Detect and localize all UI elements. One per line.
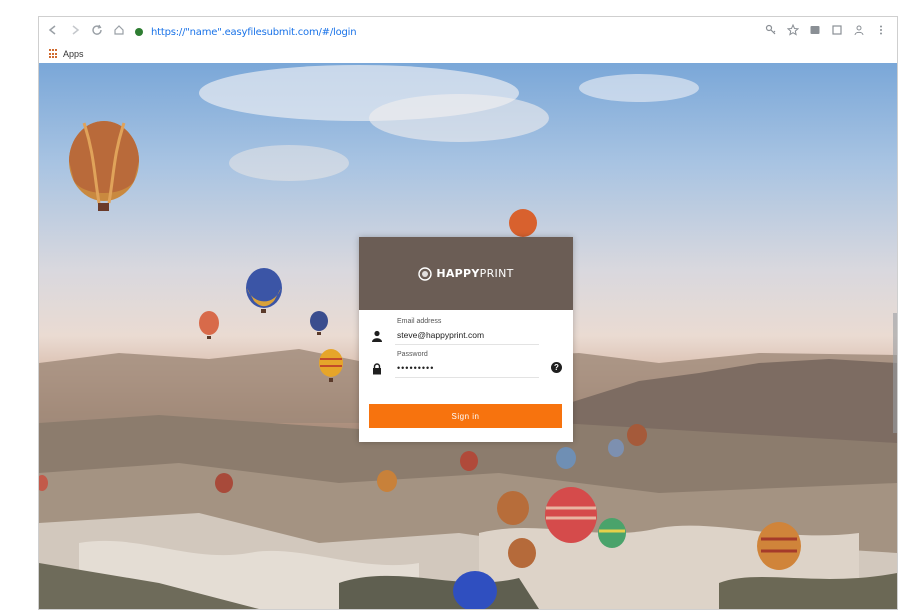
address-bar[interactable]: https://"name".easyfilesubmit.com/#/logi… [151, 27, 357, 38]
profile-icon[interactable] [853, 24, 865, 36]
email-underline [395, 344, 539, 345]
extension-icon[interactable] [809, 24, 821, 36]
password-label: Password [397, 351, 428, 358]
bookmark-star-icon[interactable] [786, 23, 800, 36]
menu-kebab-icon[interactable] [875, 24, 887, 36]
password-row: Password ? [369, 351, 563, 381]
email-field[interactable] [395, 328, 549, 342]
home-icon[interactable] [111, 24, 127, 40]
happyprint-logo: HAPPYPRINT [418, 266, 514, 281]
forward-icon[interactable] [67, 24, 83, 40]
user-icon [372, 330, 382, 342]
email-label: Email address [397, 318, 442, 325]
key-icon[interactable] [765, 24, 777, 36]
password-underline [395, 377, 539, 378]
email-row: Email address [369, 318, 563, 348]
happyprint-logo-icon [418, 266, 433, 281]
secure-lock-icon[interactable] [135, 28, 143, 36]
window-icon[interactable] [831, 24, 843, 36]
login-card: HAPPYPRINT Email address steve@happyprin… [359, 237, 573, 442]
bookmarks-bar: Apps [39, 47, 897, 61]
reload-icon[interactable] [89, 24, 105, 40]
browser-window: https://"name".easyfilesubmit.com/#/logi… [38, 16, 898, 610]
toolbar-actions [765, 23, 887, 36]
lock-icon [373, 363, 381, 375]
page-scrollbar[interactable] [893, 313, 897, 433]
apps-grid-icon[interactable] [49, 49, 59, 59]
help-question-icon[interactable]: ? [551, 362, 562, 373]
bookmark-apps[interactable]: Apps [63, 49, 84, 59]
brand-name: HAPPYPRINT [436, 267, 514, 280]
login-header: HAPPYPRINT [359, 237, 573, 310]
browser-toolbar: https://"name".easyfilesubmit.com/#/logi… [39, 17, 897, 47]
balloon-large [69, 121, 139, 211]
sign-in-button[interactable]: Sign in [369, 404, 562, 428]
page-viewport: HAPPYPRINT Email address steve@happyprin… [39, 63, 897, 609]
back-icon[interactable] [45, 24, 61, 40]
login-form: Email address Password ? [359, 310, 573, 381]
password-field[interactable] [395, 361, 549, 375]
